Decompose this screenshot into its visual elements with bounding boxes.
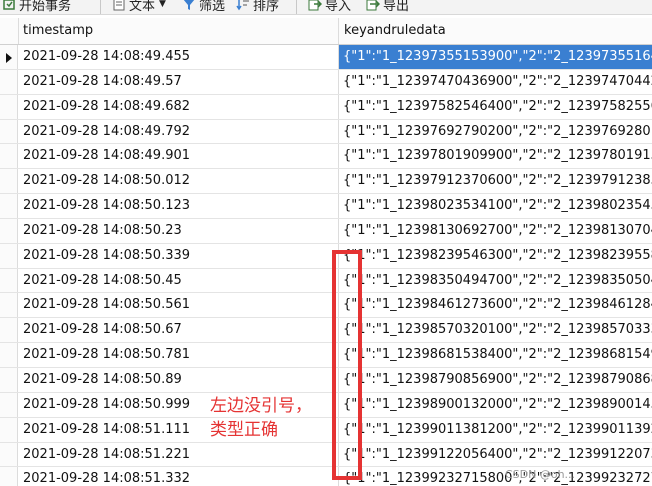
cell-timestamp[interactable]: 2021-09-28 14:08:50.781 bbox=[18, 343, 339, 367]
export-button[interactable]: 导出 bbox=[366, 0, 409, 14]
row-indicator[interactable] bbox=[0, 442, 18, 467]
cell-keyandruledata[interactable]: {"1":"1_12398900132000","2":"2_123989001… bbox=[339, 393, 652, 417]
cell-keyandruledata[interactable]: {"1":"1_12397470436900","2":"2_123974704… bbox=[339, 70, 652, 94]
table-row[interactable]: 2021-09-28 14:08:50.45 {"1":"1_1239835049… bbox=[0, 268, 652, 294]
cell-keyandruledata[interactable]: {"1":"1_12398461273600","2":"2_123984612… bbox=[339, 293, 652, 317]
row-indicator[interactable] bbox=[0, 119, 18, 144]
row-indicator[interactable] bbox=[0, 94, 18, 119]
toolbar-separator bbox=[296, 0, 297, 14]
table-row[interactable]: 2021-09-28 14:08:49.792 {"1":"1_123976927… bbox=[0, 119, 652, 145]
annotation-line-1: 左边没引号， bbox=[210, 396, 312, 416]
table-row[interactable]: 2021-09-28 14:08:49.682 {"1":"1_123975825… bbox=[0, 94, 652, 120]
sort-icon bbox=[236, 0, 250, 11]
cell-keyandruledata[interactable]: {"1":"1_12397801909900","2":"2_123978019… bbox=[339, 144, 652, 168]
table-row[interactable]: 2021-09-28 14:08:50.23 {"1":"1_1239813069… bbox=[0, 218, 652, 244]
text-icon bbox=[112, 0, 126, 11]
table-row[interactable]: 2021-09-28 14:08:50.561 {"1":"1_123984612… bbox=[0, 293, 652, 319]
row-indicator[interactable] bbox=[0, 268, 18, 293]
cell-keyandruledata[interactable]: {"1":"1_12399232715800","2":"2_123992327… bbox=[339, 467, 652, 486]
cell-timestamp[interactable]: 2021-09-28 14:08:50.67 bbox=[18, 318, 339, 343]
cell-keyandruledata[interactable]: {"1":"1_12397692790200","2":"2_123976928… bbox=[339, 120, 652, 144]
table-row[interactable]: 2021-09-28 14:08:49.455 {"1":"1_123973551… bbox=[0, 45, 652, 70]
import-icon bbox=[308, 0, 323, 11]
table-row[interactable]: 2021-09-28 14:08:50.89 {"1":"1_1239879085… bbox=[0, 367, 652, 393]
text-dropdown-button[interactable]: 文本 ▼ bbox=[112, 0, 166, 14]
caret-down-icon: ▼ bbox=[159, 0, 166, 9]
cell-keyandruledata[interactable]: {"1":"1_12397582546400","2":"2_123975825… bbox=[339, 95, 652, 119]
cell-keyandruledata[interactable]: {"1":"1_12398130692700","2":"2_123981307… bbox=[339, 219, 652, 243]
cell-timestamp[interactable]: 2021-09-28 14:08:50.23 bbox=[18, 218, 339, 243]
row-indicator[interactable] bbox=[0, 467, 18, 486]
filter-icon bbox=[182, 0, 196, 11]
export-icon bbox=[366, 0, 381, 11]
cell-keyandruledata[interactable]: {"1":"1_12398239546300","2":"2_123982395… bbox=[339, 244, 652, 268]
grid-header: timestamp keyandruledata bbox=[0, 18, 652, 45]
row-indicator[interactable] bbox=[0, 417, 18, 442]
table-row[interactable]: 2021-09-28 14:08:50.781 {"1":"1_123986815… bbox=[0, 343, 652, 368]
table-row[interactable]: 2021-09-28 14:08:50.339 {"1":"1_123982395… bbox=[0, 243, 652, 269]
cell-keyandruledata[interactable]: {"1":"1_12397912370600","2":"2_123979123… bbox=[339, 169, 652, 193]
row-indicator[interactable] bbox=[0, 69, 18, 94]
row-indicator[interactable] bbox=[0, 194, 18, 218]
toolbar: 开始事务 文本 ▼ 筛选 排序 导入 导出 bbox=[0, 0, 652, 15]
begin-transaction-label: 开始事务 bbox=[19, 0, 72, 14]
cell-timestamp[interactable]: 2021-09-28 14:08:50.339 bbox=[18, 243, 339, 268]
table-row[interactable]: 2021-09-28 14:08:49.57 {"1":"1_1239747043… bbox=[0, 69, 652, 95]
cell-keyandruledata[interactable]: {"1":"1_12398023534100","2":"2_123980235… bbox=[339, 194, 652, 218]
cell-timestamp[interactable]: 2021-09-28 14:08:50.561 bbox=[18, 293, 339, 318]
row-indicator[interactable] bbox=[0, 169, 18, 194]
annotation-line-2: 类型正确 bbox=[210, 420, 278, 440]
toolbar-separator bbox=[100, 0, 101, 14]
cell-timestamp[interactable]: 2021-09-28 14:08:50.123 bbox=[18, 194, 339, 218]
row-indicator[interactable] bbox=[0, 144, 18, 169]
row-indicator[interactable] bbox=[0, 243, 18, 268]
table-row[interactable]: 2021-09-28 14:08:50.012 {"1":"1_123979123… bbox=[0, 169, 652, 195]
annotation-highlight-box bbox=[332, 250, 362, 480]
cell-timestamp[interactable]: 2021-09-28 14:08:51.221 bbox=[18, 442, 339, 467]
cell-keyandruledata[interactable]: {"1":"1_12397355153900","2":"2_123973551… bbox=[339, 45, 652, 69]
import-button[interactable]: 导入 bbox=[308, 0, 351, 14]
cell-timestamp[interactable]: 2021-09-28 14:08:50.45 bbox=[18, 268, 339, 293]
row-indicator[interactable] bbox=[0, 45, 18, 69]
annotation-text: 左边没引号， 类型正确 bbox=[210, 394, 330, 442]
transaction-icon bbox=[2, 0, 16, 11]
table-row[interactable]: 2021-09-28 14:08:50.67 {"1":"1_1239857032… bbox=[0, 318, 652, 344]
cell-timestamp[interactable]: 2021-09-28 14:08:49.57 bbox=[18, 69, 339, 94]
cell-keyandruledata[interactable]: {"1":"1_12398570320100","2":"2_123985703… bbox=[339, 318, 652, 342]
column-header-keyandruledata[interactable]: keyandruledata bbox=[339, 18, 652, 44]
begin-transaction-button[interactable]: 开始事务 bbox=[2, 0, 71, 14]
cell-timestamp[interactable]: 2021-09-28 14:08:49.792 bbox=[18, 119, 339, 144]
export-label: 导出 bbox=[383, 0, 410, 14]
row-indicator[interactable] bbox=[0, 367, 18, 392]
filter-button[interactable]: 筛选 bbox=[182, 0, 225, 14]
row-indicator[interactable] bbox=[0, 392, 18, 417]
cell-keyandruledata[interactable]: {"1":"1_12399011381200","2":"2_123990113… bbox=[339, 418, 652, 442]
current-row-arrow-icon bbox=[6, 53, 12, 63]
cell-timestamp[interactable]: 2021-09-28 14:08:49.901 bbox=[18, 144, 339, 169]
table-row[interactable]: 2021-09-28 14:08:51.221 {"1":"1_123991220… bbox=[0, 442, 652, 468]
cell-keyandruledata[interactable]: {"1":"1_12398790856900","2":"2_123987908… bbox=[339, 368, 652, 392]
cell-keyandruledata[interactable]: {"1":"1_12398350494700","2":"2_123983505… bbox=[339, 269, 652, 293]
column-header-timestamp[interactable]: timestamp bbox=[18, 18, 339, 44]
row-indicator[interactable] bbox=[0, 218, 18, 243]
cell-keyandruledata[interactable]: {"1":"1_12398681538400","2":"2_123986815… bbox=[339, 343, 652, 367]
cell-timestamp[interactable]: 2021-09-28 14:08:49.682 bbox=[18, 94, 339, 119]
row-indicator[interactable] bbox=[0, 318, 18, 343]
cell-timestamp[interactable]: 2021-09-28 14:08:50.012 bbox=[18, 169, 339, 194]
cell-timestamp[interactable]: 2021-09-28 14:08:51.332 bbox=[18, 467, 339, 486]
row-indicator[interactable] bbox=[0, 343, 18, 367]
sort-button[interactable]: 排序 bbox=[236, 0, 279, 14]
table-row[interactable]: 2021-09-28 14:08:49.901 {"1":"1_123978019… bbox=[0, 144, 652, 170]
filter-label: 筛选 bbox=[199, 0, 226, 14]
header-indicator-cell bbox=[0, 18, 19, 44]
text-label: 文本 bbox=[129, 0, 156, 14]
import-label: 导入 bbox=[325, 0, 352, 14]
table-row[interactable]: 2021-09-28 14:08:50.123 {"1":"1_123980235… bbox=[0, 194, 652, 219]
watermark: CSDN @oh... bbox=[505, 468, 576, 481]
cell-timestamp[interactable]: 2021-09-28 14:08:50.89 bbox=[18, 367, 339, 392]
cell-timestamp[interactable]: 2021-09-28 14:08:49.455 bbox=[18, 45, 339, 69]
sort-label: 排序 bbox=[253, 0, 280, 14]
row-indicator[interactable] bbox=[0, 293, 18, 318]
cell-keyandruledata[interactable]: {"1":"1_12399122056400","2":"2_123991220… bbox=[339, 443, 652, 467]
